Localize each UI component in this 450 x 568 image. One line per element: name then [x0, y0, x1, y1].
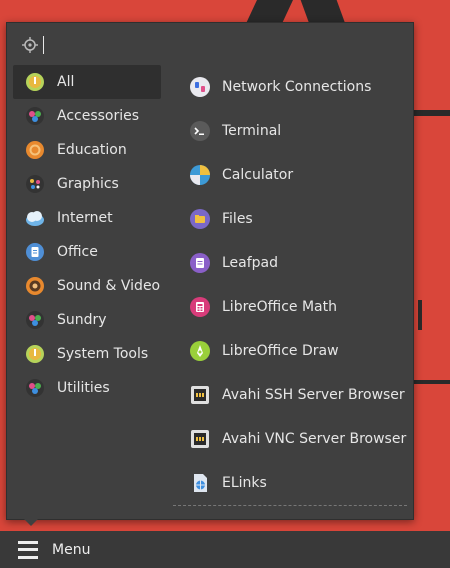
app-label: Calculator	[222, 167, 294, 183]
bottom-panel: Menu	[0, 531, 450, 568]
app-network-connections[interactable]: Network Connections	[189, 65, 411, 109]
category-label: Office	[57, 244, 98, 260]
category-label: Graphics	[57, 176, 119, 192]
app-calculator[interactable]: Calculator	[189, 153, 411, 197]
app-label: ELinks	[222, 475, 267, 491]
libreoffice-draw-icon	[190, 341, 210, 361]
app-label: LibreOffice Draw	[222, 343, 339, 359]
menu-button-label[interactable]: Menu	[52, 542, 90, 558]
app-label: Avahi VNC Server Browser	[222, 431, 407, 447]
category-sound-video[interactable]: Sound & Video	[13, 269, 161, 303]
separator	[173, 505, 407, 506]
category-system-tools[interactable]: System Tools	[13, 337, 161, 371]
wallpaper-shape	[412, 110, 450, 116]
office-icon	[26, 243, 44, 261]
app-label: Terminal	[222, 123, 282, 139]
hamburger-icon[interactable]	[18, 540, 38, 559]
app-label: LibreOffice Math	[222, 299, 337, 315]
app-label: Network Connections	[222, 79, 372, 95]
internet-icon	[26, 211, 44, 226]
category-office[interactable]: Office	[13, 235, 161, 269]
terminal-icon	[190, 121, 210, 141]
graphics-icon	[26, 175, 44, 193]
app-label: Files	[222, 211, 253, 227]
system-tools-icon	[26, 345, 44, 363]
utilities-icon	[26, 379, 44, 397]
elinks-icon	[194, 474, 207, 492]
category-internet[interactable]: Internet	[13, 201, 161, 235]
app-leafpad[interactable]: Leafpad	[189, 241, 411, 285]
category-label: Education	[57, 142, 127, 158]
category-utilities[interactable]: Utilities	[13, 371, 161, 405]
category-label: Sound & Video	[57, 278, 161, 294]
category-list: All Accessories Education Graphics Inter…	[13, 65, 161, 405]
wallpaper-shape	[300, 0, 346, 24]
leafpad-icon	[190, 253, 210, 273]
category-accessories[interactable]: Accessories	[13, 99, 161, 133]
category-label: Utilities	[57, 380, 110, 396]
education-icon	[26, 141, 44, 159]
files-icon	[190, 209, 210, 229]
wallpaper-shape	[418, 300, 422, 330]
app-libreoffice-draw[interactable]: LibreOffice Draw	[189, 329, 411, 373]
app-label: Avahi SSH Server Browser	[222, 387, 405, 403]
app-label: Leafpad	[222, 255, 279, 271]
app-avahi-ssh[interactable]: Avahi SSH Server Browser	[189, 373, 411, 417]
app-menu-popup: All Accessories Education Graphics Inter…	[6, 22, 414, 520]
app-files[interactable]: Files	[189, 197, 411, 241]
category-label: Sundry	[57, 312, 107, 328]
search-field[interactable]	[21, 35, 44, 55]
category-label: All	[57, 74, 75, 90]
libreoffice-math-icon	[190, 297, 210, 317]
sound-video-icon	[26, 277, 44, 295]
avahi-ssh-icon	[191, 386, 209, 404]
app-terminal[interactable]: Terminal	[189, 109, 411, 153]
avahi-vnc-icon	[191, 430, 209, 448]
category-graphics[interactable]: Graphics	[13, 167, 161, 201]
category-sundry[interactable]: Sundry	[13, 303, 161, 337]
network-connections-icon	[190, 77, 210, 97]
text-caret	[43, 36, 44, 54]
category-all[interactable]: All	[13, 65, 161, 99]
all-icon	[26, 73, 44, 91]
wallpaper-shape	[412, 380, 450, 384]
accessories-icon	[26, 107, 44, 125]
category-label: Internet	[57, 210, 113, 226]
category-label: System Tools	[57, 346, 149, 362]
popup-pointer	[22, 517, 40, 526]
sundry-icon	[26, 311, 44, 329]
category-education[interactable]: Education	[13, 133, 161, 167]
calculator-icon	[190, 165, 210, 185]
app-libreoffice-math[interactable]: LibreOffice Math	[189, 285, 411, 329]
app-elinks[interactable]: ELinks	[189, 461, 411, 505]
search-icon	[22, 37, 38, 53]
category-label: Accessories	[57, 108, 140, 124]
app-list: Network Connections Terminal Calculator …	[189, 65, 411, 505]
app-avahi-vnc[interactable]: Avahi VNC Server Browser	[189, 417, 411, 461]
